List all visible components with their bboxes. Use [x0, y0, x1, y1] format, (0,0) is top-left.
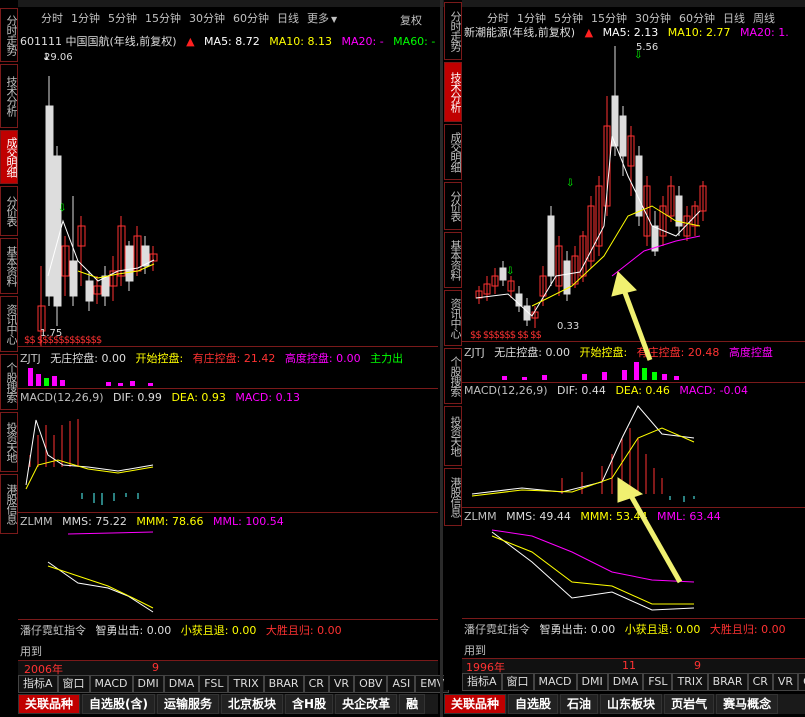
left-ind-tab-5[interactable]: FSL: [199, 675, 229, 693]
left-ind-tab-9[interactable]: VR: [328, 675, 355, 693]
left-year-end: 9: [152, 661, 159, 674]
left-ind-tab-7[interactable]: BRAR: [263, 675, 304, 693]
left-zlmm-name: ZLMM: [20, 515, 53, 528]
candle-body-11: [125, 245, 134, 282]
left-ind-tab-8[interactable]: CR: [303, 675, 329, 693]
left-axis-bar: 2006年 9: [18, 660, 438, 676]
period-30m[interactable]: 30分钟: [186, 10, 228, 26]
zjtj-bar-5: [106, 382, 111, 386]
period-5m[interactable]: 5分钟: [105, 10, 140, 26]
left-ind-tabs: 指标A 窗口 MACD DMI DMA FSL TRIX BRAR CR VR OBV ASI EMV: [18, 675, 450, 693]
zjtj-bar-7: [130, 381, 135, 386]
left-macd-name: MACD(12,26,9): [20, 391, 104, 404]
left-sector-2[interactable]: 运输服务: [157, 694, 220, 714]
side-ggss[interactable]: 个股搜索: [0, 354, 18, 410]
annotation-arrows: [611, 271, 683, 584]
side-fjb[interactable]: 分价表: [0, 186, 18, 236]
left-sector-1[interactable]: 自选股(含): [82, 694, 155, 714]
side-cjmx[interactable]: 成交明细: [0, 130, 18, 184]
left-sector-4[interactable]: 含H股: [285, 694, 334, 714]
period-day[interactable]: 日线: [274, 10, 302, 26]
period-1m[interactable]: 1分钟: [68, 10, 103, 26]
left-title-row: 601111 中国国航(年线,前复权) ▲ MA5: 8.72 MA10: 8.…: [20, 33, 441, 48]
left-ind-tab-10[interactable]: OBV: [354, 675, 388, 693]
left-div-3: [18, 512, 438, 513]
zlmm-mml: [67, 531, 154, 535]
left-zjtj-chart: [28, 368, 153, 386]
zjtj-bar-8: [148, 383, 153, 386]
zjtj-bar-6: [118, 383, 123, 386]
left-zlmm-mmm: MMM: 78.66: [136, 515, 204, 528]
zlmm-mms: [47, 561, 154, 613]
left-zlmm-chart: [47, 531, 154, 613]
left-ind-tab-0[interactable]: 指标A: [18, 675, 58, 693]
annotation-arrow-2: [617, 477, 683, 584]
left-price-high: 29.06: [44, 52, 73, 63]
candle-body-1: [45, 105, 54, 297]
macd-dif: [25, 419, 154, 486]
side-fsjs[interactable]: 分时走势: [0, 8, 18, 62]
left-macd-dea: DEA: 0.93: [171, 391, 226, 404]
zjtj-bar-0: [28, 368, 33, 386]
left-sector-3[interactable]: 北京板块: [221, 694, 284, 714]
left-sector-6[interactable]: 融: [399, 694, 426, 714]
zjtj-bar-4: [60, 380, 65, 386]
period-15m[interactable]: 15分钟: [142, 10, 184, 26]
side-tztd[interactable]: 投资天地: [0, 412, 18, 472]
left-macd-dif: DIF: 0.99: [113, 391, 162, 404]
zjtj-bar-1: [36, 374, 41, 386]
left-zjtj-row: ZJTJ 无庄控盘: 0.00 开始控盘: 有庄控盘: 21.42 高度控盘: …: [20, 350, 409, 365]
ma5-line: [47, 219, 155, 282]
period-fs[interactable]: 分时: [38, 10, 66, 26]
zjtj-bar-2: [44, 378, 49, 386]
side-jbzl[interactable]: 基本资料: [0, 238, 18, 294]
left-div-1: [18, 346, 438, 347]
left-side-nav: 分时走势 技术分析 成交明细 分价表 基本资料 资讯中心 个股搜索 投资天地 港…: [0, 0, 18, 690]
left-zlmm-row: ZLMM MMS: 75.22 MMM: 78.66 MML: 100.54: [20, 515, 290, 529]
annotation-arrow-1: [611, 271, 653, 361]
chevron-down-icon: ▼: [331, 15, 338, 24]
left-macd-row: MACD(12,26,9) DIF: 0.99 DEA: 0.93 MACD: …: [20, 391, 306, 405]
buy-signal-icon: ⇩: [58, 203, 66, 214]
left-macd-val: MACD: 0.13: [235, 391, 301, 404]
left-ind-tab-6[interactable]: TRIX: [228, 675, 264, 693]
left-ind-tab-3[interactable]: DMI: [132, 675, 164, 693]
more-label: 更多: [307, 12, 329, 25]
candle-body-4: [69, 260, 78, 297]
side-zxzx[interactable]: 资讯中心: [0, 296, 18, 352]
left-ind-tab-2[interactable]: MACD: [89, 675, 133, 693]
period-more[interactable]: 更多 ▼: [304, 10, 340, 26]
left-ind-tab-1[interactable]: 窗口: [57, 675, 90, 693]
left-pzhn-chart: [18, 636, 438, 660]
left-pzhn-row: 潘仔霓虹指令 智勇出击: 0.00 小获且退: 0.00 大胜且归: 0.00: [20, 622, 348, 637]
side-ggxx[interactable]: 港股信息: [0, 474, 18, 534]
left-dollar-row: $$ $$$$$$$$$$$$: [24, 335, 102, 346]
period-60m[interactable]: 60分钟: [230, 10, 272, 26]
left-ind-tab-11[interactable]: ASI: [387, 675, 416, 693]
side-jsfx[interactable]: 技术分析: [0, 64, 18, 128]
left-zlmm-mml: MML: 100.54: [213, 515, 284, 528]
left-div-2: [18, 388, 438, 389]
macd-dea: [25, 459, 154, 490]
left-macd-chart: [25, 419, 154, 505]
left-restore-button[interactable]: 复权: [400, 12, 422, 28]
left-sector-0[interactable]: 关联品种: [18, 694, 81, 714]
left-zlmm-mms: MMS: 75.22: [62, 515, 127, 528]
left-period-tabs: 分时 1分钟 5分钟 15分钟 30分钟 60分钟 日线 更多 ▼: [38, 8, 340, 28]
left-sector-5[interactable]: 央企改革: [335, 694, 398, 714]
candle-body-6: [85, 280, 94, 302]
left-sector-bar: 关联品种 自选股(含) 运输服务 北京板块 含H股 央企改革融: [18, 694, 438, 714]
left-kline-chart: ↓29.061.75⇩: [37, 52, 158, 346]
left-div-4: [18, 619, 438, 620]
left-ind-tab-4[interactable]: DMA: [163, 675, 200, 693]
zjtj-bar-3: [52, 376, 57, 386]
